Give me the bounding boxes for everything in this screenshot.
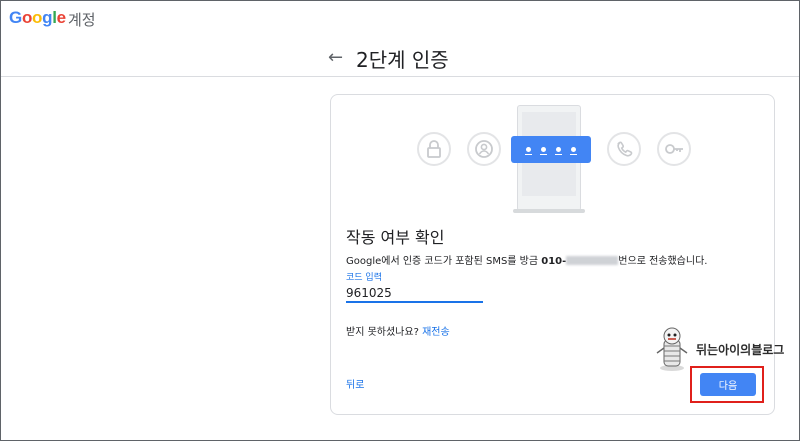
verification-code-input[interactable]	[346, 284, 483, 303]
password-dot	[570, 147, 577, 155]
phone-call-icon	[607, 132, 641, 166]
phone-number-prefix: 010-	[541, 256, 567, 267]
top-bar: Google 계정	[1, 1, 799, 37]
resend-link[interactable]: 재전송	[422, 327, 450, 338]
password-dot	[525, 147, 532, 155]
product-name: 계정	[68, 11, 96, 29]
description-text: Google에서 인증 코드가 포함된 SMS를 방금	[346, 256, 542, 267]
description-text-end: 번으로 전송했습니다.	[618, 256, 708, 267]
logo-letter: g	[42, 8, 53, 27]
key-icon	[657, 132, 691, 166]
logo-letter: o	[21, 8, 33, 27]
password-dot	[540, 147, 547, 155]
page-title: 2단계 인증	[356, 48, 449, 72]
highlight-box: 다음	[690, 366, 764, 403]
card-heading: 작동 여부 확인	[346, 228, 445, 247]
verification-illustration	[417, 105, 707, 217]
sms-description: Google에서 인증 코드가 포함된 SMS를 방금 010- 번으로 전송했습…	[346, 252, 707, 267]
resend-prompt: 받지 못하셨나요?	[346, 327, 423, 338]
password-dots	[511, 136, 591, 163]
logo-letter: G	[9, 8, 22, 27]
google-logo[interactable]: Google	[9, 8, 66, 28]
logo-letter: o	[32, 8, 43, 27]
logo-letter: e	[56, 8, 66, 27]
person-icon	[467, 132, 501, 166]
password-dot	[555, 147, 562, 155]
lock-icon	[417, 132, 451, 166]
arrow-left-icon[interactable]: ←	[328, 47, 343, 68]
watermark-mascot	[651, 326, 693, 372]
verification-card: 작동 여부 확인 Google에서 인증 코드가 포함된 SMS를 방금 010…	[330, 94, 775, 415]
code-input-label: 코드 입력	[346, 273, 382, 283]
redacted-phone-number	[566, 256, 619, 265]
back-link[interactable]: 뒤로	[346, 376, 364, 391]
resend-row: 받지 못하셨나요? 재전송	[346, 323, 450, 338]
page-header: ← 2단계 인증	[1, 37, 799, 77]
phone-shadow	[513, 209, 585, 213]
watermark-text: 뒤는아이의블로그	[696, 343, 785, 357]
next-button[interactable]: 다음	[700, 373, 756, 396]
